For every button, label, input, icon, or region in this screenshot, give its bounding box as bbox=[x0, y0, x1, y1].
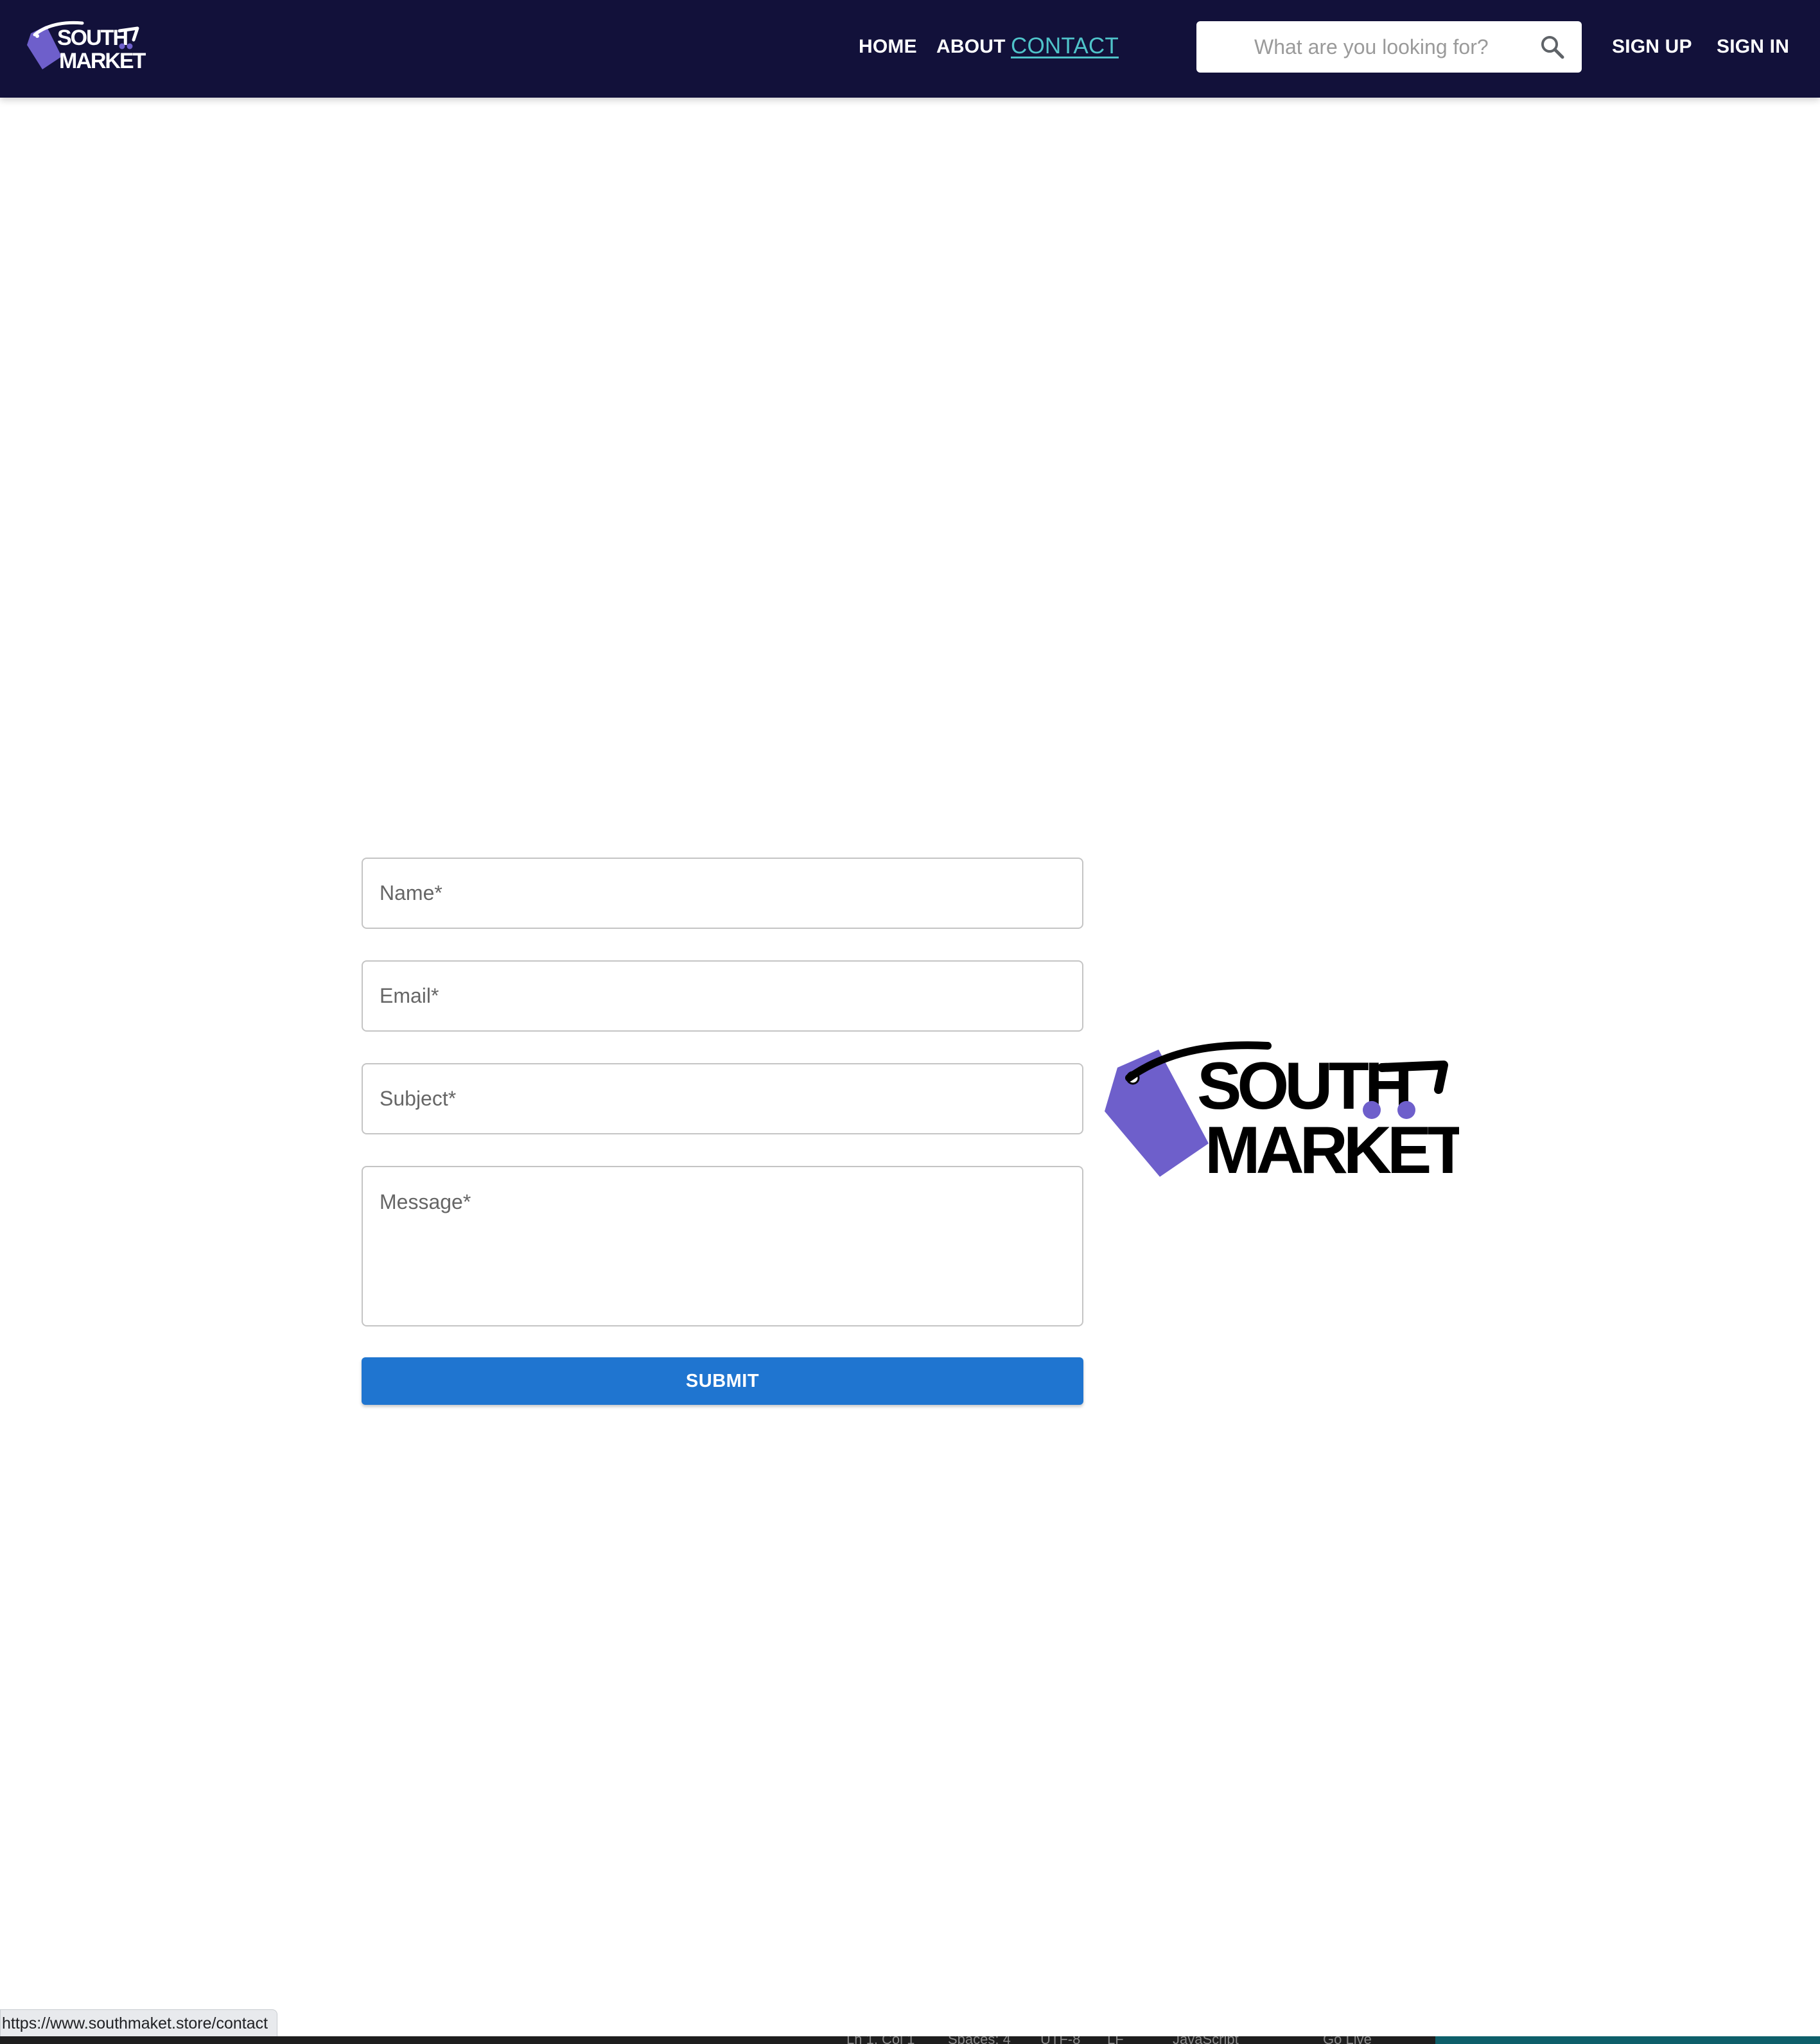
price-tag-cart-logo-icon: SOUTH MARKET bbox=[27, 21, 148, 73]
link-url-status: https://www.southmaket.store/contact bbox=[0, 2009, 278, 2037]
name-input[interactable] bbox=[380, 859, 1060, 927]
search-input[interactable] bbox=[1254, 21, 1530, 73]
search-icon[interactable] bbox=[1539, 34, 1565, 60]
message-textarea[interactable] bbox=[380, 1189, 1060, 1317]
editor-status-bar: Ln 1, Col 1 Spaces: 4 UTF-8 LF JavaScrip… bbox=[0, 2036, 1820, 2044]
subject-input[interactable] bbox=[380, 1064, 1060, 1132]
sign-in-link[interactable]: SIGN IN bbox=[1717, 36, 1789, 58]
submit-button[interactable]: SUBMIT bbox=[362, 1357, 1083, 1405]
price-tag-cart-logo-icon: SOUTH MARKET bbox=[1105, 1041, 1472, 1188]
name-field-box bbox=[362, 858, 1083, 929]
email-field-box bbox=[362, 960, 1083, 1032]
message-field-box bbox=[362, 1166, 1083, 1326]
top-navbar: SOUTH MARKET HOME ABOUT CONTACT SIGN UP … bbox=[0, 0, 1820, 98]
sign-up-link[interactable]: SIGN UP bbox=[1612, 36, 1692, 58]
subject-field-box bbox=[362, 1063, 1083, 1134]
editor-status-right bbox=[1435, 2036, 1820, 2044]
indent-setting[interactable]: Spaces: 4 bbox=[948, 2036, 1011, 2044]
encoding-setting[interactable]: UTF-8 bbox=[1040, 2036, 1080, 2044]
nav-link-about[interactable]: ABOUT bbox=[936, 36, 1006, 58]
nav-link-home[interactable]: HOME bbox=[859, 36, 917, 58]
language-mode[interactable]: JavaScript bbox=[1173, 2036, 1239, 2044]
svg-text:SOUTH: SOUTH bbox=[57, 26, 127, 50]
go-live-button[interactable]: Go Live bbox=[1323, 2036, 1372, 2044]
nav-link-contact[interactable]: CONTACT bbox=[1011, 33, 1119, 59]
eol-setting[interactable]: LF bbox=[1107, 2036, 1124, 2044]
search-bar bbox=[1196, 21, 1582, 73]
email-input[interactable] bbox=[380, 962, 1060, 1030]
svg-text:MARKET: MARKET bbox=[1205, 1113, 1459, 1188]
site-logo[interactable]: SOUTH MARKET bbox=[23, 19, 152, 77]
brand-logo: SOUTH MARKET bbox=[1099, 1041, 1472, 1201]
svg-text:MARKET: MARKET bbox=[59, 49, 146, 73]
cursor-position[interactable]: Ln 1, Col 1 bbox=[846, 2036, 914, 2044]
